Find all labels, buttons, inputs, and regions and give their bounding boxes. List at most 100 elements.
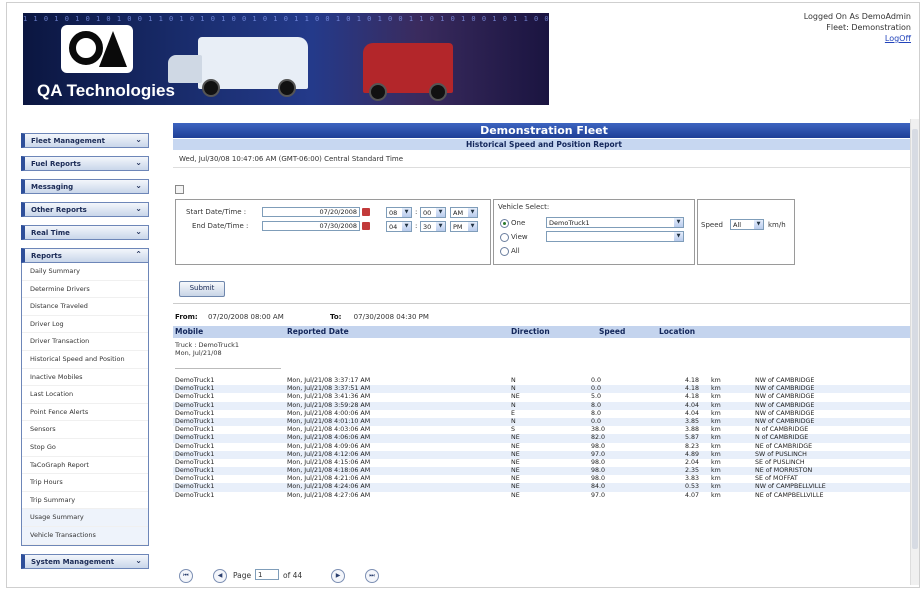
select-value: 04 bbox=[389, 223, 398, 231]
radio-all[interactable] bbox=[500, 247, 509, 256]
table-row[interactable]: DemoTruck1 Mon, Jul/21/08 3:37:51 AM N 0.0 4… bbox=[173, 385, 915, 394]
table-row[interactable]: DemoTruck1 Mon, Jul/21/08 3:37:17 AM N 0.0 4… bbox=[173, 377, 915, 385]
cell-mobile: DemoTruck1 bbox=[175, 442, 215, 450]
report-item-point-fence-alerts[interactable]: Point Fence Alerts bbox=[22, 404, 148, 422]
report-item-vehicle-transactions[interactable]: Vehicle Transactions bbox=[22, 526, 148, 545]
cell-loc: NW of CAMBRIDGE bbox=[755, 385, 815, 393]
report-item-determine-drivers[interactable]: Determine Drivers bbox=[22, 281, 148, 299]
calendar-icon[interactable] bbox=[362, 222, 370, 230]
cell-dir: NE bbox=[511, 458, 520, 466]
company-logo: QA Technologies bbox=[37, 23, 177, 101]
report-item-usage-summary[interactable]: Usage Summary bbox=[22, 509, 148, 527]
cell-dist: 4.07 bbox=[685, 491, 700, 499]
col-location[interactable]: Location bbox=[659, 327, 695, 336]
col-speed[interactable]: Speed bbox=[599, 327, 625, 336]
cell-date: Mon, Jul/21/08 4:18:06 AM bbox=[287, 467, 371, 475]
table-row[interactable]: DemoTruck1 Mon, Jul/21/08 4:24:06 AM NE 84.… bbox=[173, 483, 915, 492]
cell-unit: km bbox=[711, 377, 721, 384]
date-range-summary: From: 07/20/2008 08:00 AM To: 07/30/2008… bbox=[175, 313, 429, 321]
end-minute-select[interactable]: 30 ▼ bbox=[420, 221, 446, 232]
radio-one[interactable] bbox=[500, 219, 509, 228]
start-minute-select[interactable]: 00 ▼ bbox=[420, 207, 446, 218]
red-truck-image bbox=[363, 43, 453, 101]
report-item-trip-hours[interactable]: Trip Hours bbox=[22, 474, 148, 492]
menu-label: Real Time bbox=[31, 229, 70, 237]
fleet-title: Demonstration Fleet bbox=[173, 123, 915, 138]
next-page-icon[interactable]: ▶ bbox=[331, 569, 345, 583]
col-reported-date[interactable]: Reported Date bbox=[287, 327, 349, 336]
report-item-distance-traveled[interactable]: Distance Traveled bbox=[22, 298, 148, 316]
report-item-driver-log[interactable]: Driver Log bbox=[22, 316, 148, 334]
cell-dir: S bbox=[511, 426, 515, 434]
start-ampm-select[interactable]: AM ▼ bbox=[450, 207, 478, 218]
dropdown-arrow-icon: ▼ bbox=[436, 222, 445, 231]
report-item-driver-transaction[interactable]: Driver Transaction bbox=[22, 333, 148, 351]
speed-panel: Speed All ▼ km/h bbox=[697, 199, 795, 265]
table-row[interactable]: DemoTruck1 Mon, Jul/21/08 3:41:36 AM NE 5.0… bbox=[173, 393, 915, 401]
speed-select[interactable]: All ▼ bbox=[730, 219, 764, 230]
cell-mobile: DemoTruck1 bbox=[175, 491, 215, 499]
report-item-last-location[interactable]: Last Location bbox=[22, 386, 148, 404]
collapse-toggle-checkbox[interactable] bbox=[175, 185, 184, 194]
report-item-tacograph[interactable]: TaCoGraph Report bbox=[22, 457, 148, 475]
cell-loc: SE of PUSLINCH bbox=[755, 458, 805, 466]
start-date-input[interactable]: 07/20/2008 bbox=[262, 207, 360, 217]
scrollbar-thumb[interactable] bbox=[912, 129, 918, 549]
report-item-trip-summary[interactable]: Trip Summary bbox=[22, 492, 148, 510]
report-item-historical-speed[interactable]: Historical Speed and Position bbox=[22, 351, 148, 369]
table-row[interactable]: DemoTruck1 Mon, Jul/21/08 4:21:06 AM NE 98.… bbox=[173, 475, 915, 483]
table-row[interactable]: DemoTruck1 Mon, Jul/21/08 4:06:06 AM NE 82.… bbox=[173, 434, 915, 443]
last-page-icon[interactable]: ⏭ bbox=[365, 569, 379, 583]
page-label: Page bbox=[233, 571, 252, 580]
menu-real-time[interactable]: Real Time ⌄ bbox=[21, 225, 149, 240]
group-date: Mon, Jul/21/08 bbox=[175, 349, 222, 357]
table-row[interactable]: DemoTruck1 Mon, Jul/21/08 4:18:06 AM NE 98.… bbox=[173, 467, 915, 476]
view-select[interactable]: ▼ bbox=[546, 231, 684, 242]
vertical-scrollbar[interactable] bbox=[910, 119, 919, 585]
cell-loc: NW of CAMBRIDGE bbox=[755, 409, 815, 417]
menu-label: Reports bbox=[31, 252, 62, 260]
prev-page-icon[interactable]: ◀ bbox=[213, 569, 227, 583]
end-date-input[interactable]: 07/30/2008 bbox=[262, 221, 360, 231]
table-row[interactable]: DemoTruck1 Mon, Jul/21/08 4:15:06 AM NE 98.… bbox=[173, 459, 915, 467]
cell-speed: 5.0 bbox=[591, 393, 602, 401]
table-row[interactable]: DemoTruck1 Mon, Jul/21/08 4:12:06 AM NE 97.… bbox=[173, 450, 915, 459]
page-input[interactable]: 1 bbox=[255, 569, 279, 580]
report-item-sensors[interactable]: Sensors bbox=[22, 421, 148, 439]
table-row[interactable]: DemoTruck1 Mon, Jul/21/08 3:59:28 AM N 8.0 4… bbox=[173, 401, 915, 410]
cell-loc: NE of MORRISTON bbox=[755, 467, 813, 475]
col-mobile[interactable]: Mobile bbox=[175, 327, 203, 336]
vehicle-select[interactable]: DemoTruck1 ▼ bbox=[546, 217, 684, 228]
report-item-daily-summary[interactable]: Daily Summary bbox=[22, 263, 148, 281]
first-page-icon[interactable]: ⏮ bbox=[179, 569, 193, 583]
radio-view[interactable] bbox=[500, 233, 509, 242]
cell-unit: km bbox=[711, 483, 721, 491]
menu-fleet-management[interactable]: Fleet Management ⌄ bbox=[21, 133, 149, 148]
colon-separator: : bbox=[415, 208, 418, 216]
cell-loc: NW of CAMPBELLVILLE bbox=[755, 483, 826, 491]
menu-fuel-reports[interactable]: Fuel Reports ⌄ bbox=[21, 156, 149, 171]
table-row[interactable]: DemoTruck1 Mon, Jul/21/08 4:01:10 AM N 0.0 3… bbox=[173, 417, 915, 427]
logo-text: QA Technologies bbox=[37, 81, 175, 100]
report-item-inactive-mobiles[interactable]: Inactive Mobiles bbox=[22, 369, 148, 387]
cell-unit: km bbox=[711, 393, 721, 401]
start-hour-select[interactable]: 08 ▼ bbox=[386, 207, 412, 218]
menu-reports[interactable]: Reports ⌃ bbox=[21, 248, 149, 263]
menu-system-management[interactable]: System Management ⌄ bbox=[21, 553, 149, 569]
table-row[interactable]: DemoTruck1 Mon, Jul/21/08 4:09:06 AM NE 98.… bbox=[173, 443, 915, 451]
table-row[interactable]: DemoTruck1 Mon, Jul/21/08 4:03:06 AM S 38.0… bbox=[173, 426, 915, 434]
end-hour-select[interactable]: 04 ▼ bbox=[386, 221, 412, 232]
cell-date: Mon, Jul/21/08 4:09:06 AM bbox=[287, 442, 371, 450]
calendar-icon[interactable] bbox=[362, 208, 370, 216]
divider bbox=[173, 303, 915, 304]
report-item-stop-go[interactable]: Stop Go bbox=[22, 439, 148, 457]
table-row[interactable]: DemoTruck1 Mon, Jul/21/08 4:00:06 AM E 8.0 4… bbox=[173, 410, 915, 418]
col-direction[interactable]: Direction bbox=[511, 327, 550, 336]
menu-other-reports[interactable]: Other Reports ⌄ bbox=[21, 202, 149, 217]
logoff-link[interactable]: LogOff bbox=[885, 34, 911, 43]
end-ampm-select[interactable]: PM ▼ bbox=[450, 221, 478, 232]
vehicle-select-label: Vehicle Select: bbox=[498, 203, 550, 211]
submit-button[interactable]: Submit bbox=[179, 281, 225, 297]
menu-messaging[interactable]: Messaging ⌄ bbox=[21, 179, 149, 194]
table-row[interactable]: DemoTruck1 Mon, Jul/21/08 4:27:06 AM NE 97.… bbox=[173, 492, 915, 500]
